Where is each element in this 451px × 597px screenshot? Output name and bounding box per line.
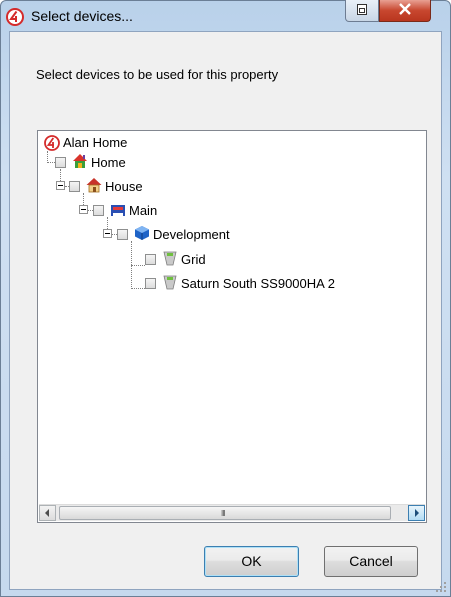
meter-device-icon <box>163 275 177 290</box>
tree-item-grid[interactable] <box>145 250 156 268</box>
saturn-south-checkbox[interactable] <box>145 278 156 290</box>
window-title: Select devices... <box>31 8 133 24</box>
tree-item-home[interactable] <box>55 153 66 171</box>
tree-item-label: Development <box>153 227 230 242</box>
resize-grip-icon[interactable] <box>435 581 447 593</box>
arrow-left-icon <box>45 509 49 517</box>
cancel-button[interactable]: Cancel <box>324 546 418 577</box>
horizontal-scrollbar[interactable]: III <box>39 504 425 521</box>
tree-item-label: Main <box>129 203 158 218</box>
instructions-label: Select devices to be used for this prope… <box>36 67 279 82</box>
tree-item-label: Saturn South SS9000HA 2 <box>181 276 335 291</box>
tree-item-main[interactable] <box>93 201 104 219</box>
tree-item-label: House <box>105 179 143 194</box>
house-checkbox[interactable] <box>69 181 80 193</box>
collapse-toggle[interactable] <box>79 205 88 214</box>
scroll-grip: III <box>221 509 226 518</box>
grid-checkbox[interactable] <box>145 254 156 266</box>
development-checkbox[interactable] <box>117 229 128 241</box>
house-icon <box>86 178 102 193</box>
restore-button[interactable] <box>345 0 379 22</box>
tree-root-label: Alan Home <box>63 135 128 150</box>
restore-window-icon <box>357 4 367 15</box>
tree-item-development[interactable] <box>117 225 128 243</box>
scroll-left-button[interactable] <box>39 505 56 521</box>
dialog-window: Select devices... Select devices to be u… <box>0 0 451 597</box>
close-x-icon <box>399 3 411 15</box>
floor-bed-icon <box>111 205 125 216</box>
collapse-toggle[interactable] <box>103 229 112 238</box>
title-bar[interactable]: Select devices... <box>1 0 450 31</box>
device-tree[interactable]: Alan Home Home House Main Development Gr… <box>37 130 427 523</box>
control4-logo-icon <box>44 135 60 151</box>
tree-item-label: Home <box>91 155 126 170</box>
close-button[interactable] <box>379 0 431 22</box>
home-checkbox[interactable] <box>55 157 66 169</box>
ok-button[interactable]: OK <box>204 546 299 577</box>
tree-item-house[interactable] <box>69 177 80 195</box>
home-colorful-icon <box>73 154 87 168</box>
tree-item-saturn-south[interactable] <box>145 274 156 292</box>
scroll-right-button[interactable] <box>408 505 425 521</box>
arrow-right-icon <box>415 509 419 517</box>
cube-room-icon <box>135 226 149 240</box>
main-checkbox[interactable] <box>93 205 104 217</box>
collapse-toggle[interactable] <box>56 181 65 190</box>
tree-item-label: Grid <box>181 252 206 267</box>
scroll-thumb[interactable]: III <box>59 506 391 520</box>
control4-logo-icon <box>6 8 24 26</box>
meter-device-icon <box>163 251 177 266</box>
